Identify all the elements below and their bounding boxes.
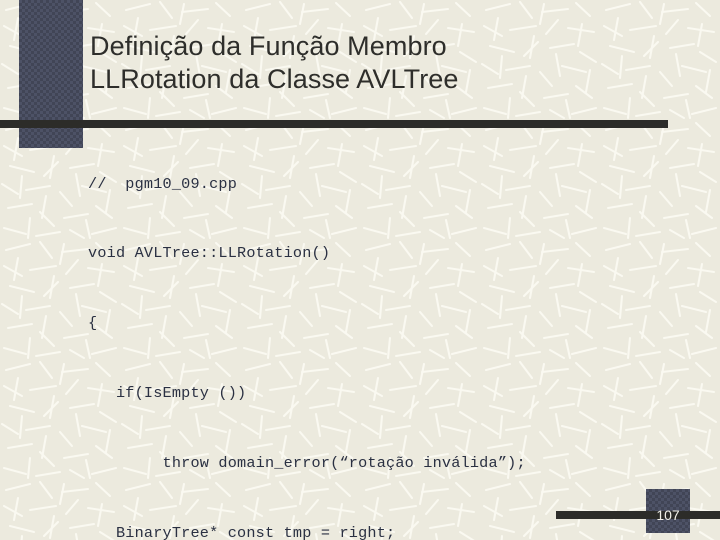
code-line: // pgm10_09.cpp [88,174,238,193]
page-number: 107 [656,507,680,523]
slide-title: Definição da Função Membro LLRotation da… [90,31,459,94]
presentation-slide: Definição da Função Membro LLRotation da… [0,0,720,540]
code-line: { [88,314,98,333]
code-line: if(IsEmpty ()) [88,384,247,403]
footer-divider-rule [556,511,720,519]
code-line: BinaryTree* const tmp = right; [88,524,396,540]
code-line: throw domain_error(“rotação inválida”); [88,454,526,473]
code-line: void AVLTree::LLRotation() [88,244,331,263]
code-listing: // pgm10_09.cpp void AVLTree::LLRotation… [88,126,688,540]
